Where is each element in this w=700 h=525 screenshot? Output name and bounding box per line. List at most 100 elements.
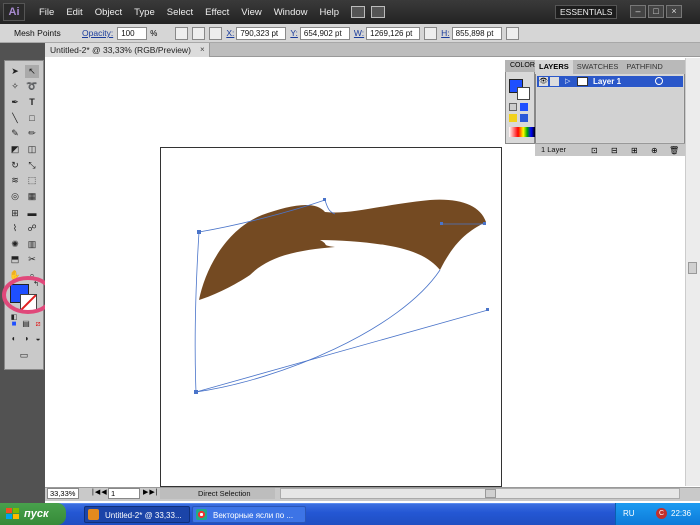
none-mode-icon[interactable]: ⧄	[31, 317, 45, 330]
menu-edit[interactable]: Edit	[60, 7, 88, 18]
constrain-link-icon[interactable]	[424, 26, 438, 40]
artboard[interactable]	[160, 147, 502, 487]
vertical-scroll-thumb[interactable]	[688, 262, 697, 274]
menu-object[interactable]: Object	[89, 7, 128, 18]
rotate-tool-icon[interactable]: ↻	[8, 159, 22, 172]
eraser-tool-icon[interactable]: ◫	[25, 143, 39, 156]
h-input[interactable]: 855,898 pt	[451, 26, 502, 40]
draw-inside-icon[interactable]: ◒	[31, 332, 45, 345]
artboard-tool-icon[interactable]: ⬒	[8, 253, 22, 266]
menu-window[interactable]: Window	[268, 7, 314, 18]
magic-wand-tool-icon[interactable]: ✧	[8, 80, 22, 93]
tab-swatches[interactable]: SWATCHES	[573, 60, 623, 74]
minimize-button[interactable]: –	[630, 5, 646, 18]
line-tool-icon[interactable]: ╲	[8, 112, 22, 125]
artboard-number-field[interactable]: 1	[108, 488, 140, 499]
gamut-swatch[interactable]	[520, 103, 528, 111]
eyedropper-tool-icon[interactable]: ⌇	[8, 222, 22, 235]
clipping-mask-icon[interactable]: ⊟	[611, 146, 618, 155]
horizontal-scrollbar[interactable]	[280, 488, 680, 499]
layer-count: 1 Layer	[541, 145, 567, 154]
menu-view[interactable]: View	[235, 7, 267, 18]
perspective-grid-tool-icon[interactable]: ▦	[25, 190, 39, 203]
taskbar-browser[interactable]: Векторные ясли по ...	[192, 506, 306, 523]
panel-stroke-swatch[interactable]	[517, 87, 530, 100]
visibility-eye-icon[interactable]: 👁	[539, 77, 548, 86]
menu-help[interactable]: Help	[314, 7, 346, 18]
rectangle-tool-icon[interactable]: □	[25, 112, 39, 125]
x-input[interactable]: 790,323 pt	[236, 26, 287, 40]
status-tool-label[interactable]: Direct Selection	[160, 488, 275, 499]
document-tab-bar: Untitled-2* @ 33,33% (RGB/Preview) ×	[45, 43, 700, 57]
shape-builder-tool-icon[interactable]: ◎	[8, 190, 22, 203]
language-indicator[interactable]: RU	[623, 503, 635, 525]
w-input[interactable]: 1269,126 pt	[366, 26, 421, 40]
menu-effect[interactable]: Effect	[199, 7, 235, 18]
artboard-nav-first-prev-icon[interactable]: |◀◀	[92, 488, 108, 496]
menu-items: File Edit Object Type Select Effect View…	[33, 7, 345, 18]
menu-type[interactable]: Type	[128, 7, 161, 18]
paintbrush-tool-icon[interactable]: ✎	[8, 127, 22, 140]
target-icon[interactable]	[655, 77, 663, 85]
reference-point-icon[interactable]	[209, 26, 223, 40]
opacity-input[interactable]: 100	[117, 26, 148, 40]
transform-icon[interactable]	[192, 26, 206, 40]
lasso-tool-icon[interactable]: ➰	[25, 80, 39, 93]
control-bar: Mesh Points Opacity: 100 % X: 790,323 pt…	[0, 24, 700, 43]
out-of-gamut-icon[interactable]	[509, 103, 517, 111]
pen-tool-icon[interactable]: ✒	[8, 96, 22, 109]
menu-file[interactable]: File	[33, 7, 60, 18]
mesh-tool-icon[interactable]: ⊞	[8, 207, 22, 220]
new-sublayer-icon[interactable]: ⊞	[631, 146, 638, 155]
warning-icon[interactable]	[509, 114, 517, 122]
pencil-tool-icon[interactable]: ✏	[25, 127, 39, 140]
web-safe-swatch[interactable]	[520, 114, 528, 122]
locate-object-icon[interactable]: ⊡	[591, 146, 598, 155]
more-options-icon[interactable]	[505, 26, 519, 40]
blob-brush-tool-icon[interactable]: ◩	[8, 143, 22, 156]
tray-app-icon[interactable]: C	[656, 508, 667, 519]
symbol-sprayer-tool-icon[interactable]: ✺	[8, 238, 22, 251]
close-window-button[interactable]: ×	[666, 5, 682, 18]
expand-triangle-icon[interactable]: ▷	[565, 77, 570, 85]
slice-tool-icon[interactable]: ✂	[25, 253, 39, 266]
maximize-button[interactable]: □	[648, 5, 664, 18]
new-layer-icon[interactable]: ⊕	[651, 146, 658, 155]
layers-panel-tabs: LAYERS SWATCHES PATHFIND	[535, 60, 685, 74]
taskbar-illustrator[interactable]: Untitled-2* @ 33,33...	[84, 506, 190, 523]
scale-tool-icon[interactable]: ⤡	[25, 159, 39, 172]
selection-tool-icon[interactable]: ➤	[8, 65, 22, 78]
screen-mode-icon[interactable]: ▭	[15, 349, 33, 362]
type-tool-icon[interactable]: T	[25, 96, 39, 109]
tab-pathfinder[interactable]: PATHFIND	[622, 60, 666, 74]
color-panel-tab[interactable]: COLOR	[505, 60, 535, 72]
h-label: H:	[441, 28, 450, 38]
align-icon[interactable]	[175, 26, 189, 40]
warp-tool-icon[interactable]: ≋	[8, 174, 22, 187]
gradient-tool-icon[interactable]: ▬	[25, 207, 39, 220]
free-transform-tool-icon[interactable]: ⬚	[25, 174, 39, 187]
layer-list	[537, 88, 683, 142]
close-document-icon[interactable]: ×	[200, 46, 208, 54]
zoom-field[interactable]: 33,33%	[47, 488, 79, 499]
horizontal-scroll-thumb[interactable]	[485, 489, 496, 498]
y-label: Y:	[290, 28, 298, 38]
lock-toggle-icon[interactable]	[550, 77, 559, 86]
layer-name: Layer 1	[593, 77, 622, 86]
color-spectrum[interactable]	[509, 127, 535, 137]
bridge-icon[interactable]	[351, 6, 366, 18]
document-tab[interactable]: Untitled-2* @ 33,33% (RGB/Preview)	[45, 43, 210, 57]
clock: 22:36	[671, 509, 692, 518]
direct-selection-tool-icon[interactable]: ↖	[25, 65, 39, 78]
y-input[interactable]: 654,902 pt	[299, 26, 350, 40]
tab-layers[interactable]: LAYERS	[535, 60, 573, 74]
menu-select[interactable]: Select	[161, 7, 199, 18]
artboard-nav-next-last-icon[interactable]: ▶▶|	[143, 488, 159, 496]
trash-icon[interactable]: 🗑	[669, 146, 679, 155]
tool-name-label: Mesh Points	[14, 28, 61, 38]
opacity-label[interactable]: Opacity:	[82, 28, 113, 38]
arrange-documents-icon[interactable]	[371, 6, 386, 18]
column-graph-tool-icon[interactable]: ▥	[25, 238, 39, 251]
blend-tool-icon[interactable]: ☍	[25, 222, 39, 235]
workspace-switcher[interactable]: ESSENTIALS	[555, 5, 617, 19]
